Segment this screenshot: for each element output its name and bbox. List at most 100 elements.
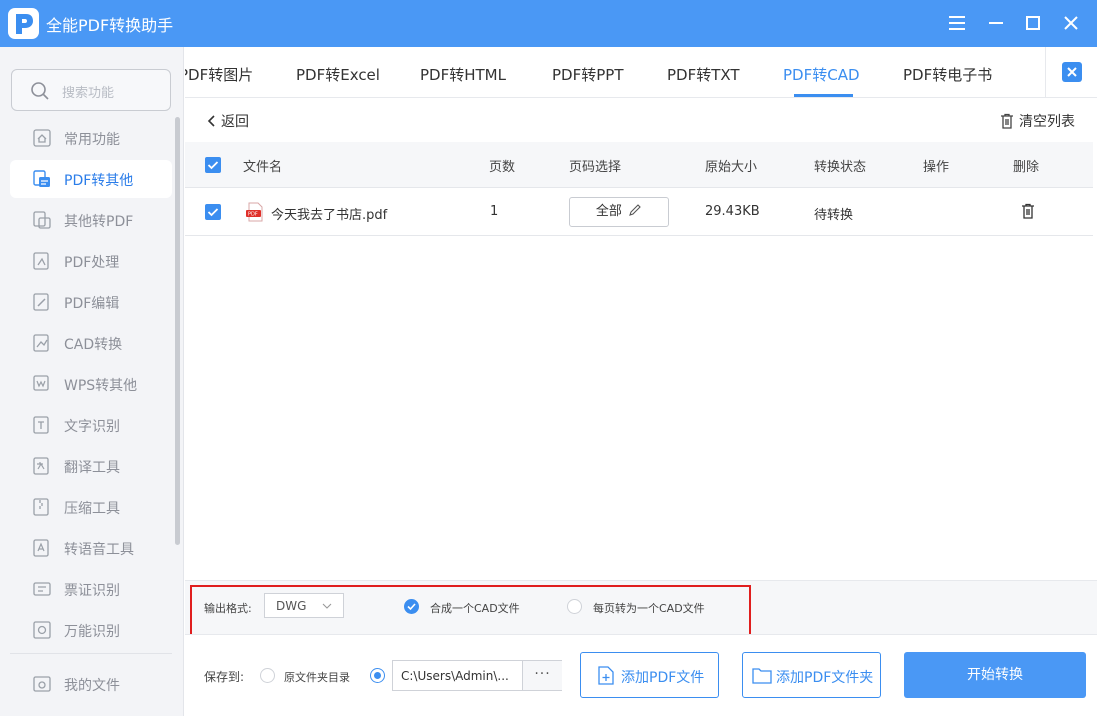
- svg-text:PDF: PDF: [248, 212, 258, 218]
- sidebar-item-label: 文字识别: [64, 419, 120, 435]
- sidebar-item-label: PDF处理: [64, 255, 120, 271]
- page-range-button[interactable]: 全部: [569, 197, 669, 227]
- home-icon: [33, 129, 51, 147]
- maximize-icon[interactable]: [1022, 12, 1044, 34]
- compress-icon: [33, 498, 49, 516]
- sidebar-item-universal-ocr[interactable]: 万能识别: [10, 611, 172, 649]
- sidebar-item-text-to-speech[interactable]: 转语音工具: [10, 529, 172, 567]
- search-input[interactable]: 搜索功能: [11, 69, 171, 111]
- sidebar-item-label: CAD转换: [64, 337, 123, 353]
- add-folder-icon: [752, 668, 772, 684]
- sidebar: 搜索功能 常用功能 PDF转其他 其他转PDF PDF处理 PDF编辑 CAD转…: [0, 47, 184, 716]
- file-status: 待转换: [814, 208, 854, 223]
- file-table-header: 文件名 页数 页码选择 原始大小 转换状态 操作 删除: [185, 142, 1093, 188]
- sidebar-item-my-files[interactable]: 我的文件: [10, 665, 172, 703]
- sidebar-item-label: 转语音工具: [64, 542, 134, 558]
- app-logo: [8, 8, 39, 39]
- minimize-icon[interactable]: [985, 12, 1007, 34]
- sidebar-item-ocr[interactable]: 文字识别: [10, 406, 172, 444]
- trash-icon: [1001, 113, 1013, 129]
- add-file-icon: [598, 666, 614, 685]
- header-action: 操作: [923, 160, 950, 175]
- sidebar-item-other-to-pdf[interactable]: 其他转PDF: [10, 201, 172, 239]
- sidebar-item-label: 票证识别: [64, 583, 120, 599]
- tab-pdf-to-ppt[interactable]: PDF转PPT: [552, 64, 623, 85]
- sidebar-item-label: PDF转其他: [64, 173, 134, 189]
- tab-pdf-to-txt[interactable]: PDF转TXT: [667, 64, 740, 85]
- app-title: 全能PDF转换助手: [46, 16, 174, 35]
- output-path-field[interactable]: C:\Users\Admin\... ···: [392, 660, 562, 691]
- clear-list-label: 清空列表: [1019, 114, 1075, 130]
- sidebar-item-pdf-to-other[interactable]: PDF转其他: [10, 160, 172, 198]
- start-convert-button[interactable]: 开始转换: [904, 652, 1086, 698]
- translate-icon: [33, 457, 49, 475]
- output-path-value: C:\Users\Admin\...: [401, 669, 509, 683]
- tab-pdf-to-excel[interactable]: PDF转Excel: [296, 64, 380, 85]
- header-page-select: 页码选择: [569, 160, 622, 175]
- active-tab-indicator: [794, 94, 853, 97]
- sidebar-item-pdf-edit[interactable]: PDF编辑: [10, 283, 172, 321]
- add-pdf-file-button[interactable]: 添加PDF文件: [580, 652, 719, 698]
- sidebar-scrollbar[interactable]: [175, 117, 180, 545]
- ticket-icon: [33, 582, 51, 596]
- select-all-checkbox[interactable]: [205, 157, 221, 173]
- tab-bar: PDF转图片 PDF转Excel PDF转HTML PDF转PPT PDF转TX…: [185, 47, 1097, 98]
- pdf-edit-icon: [33, 293, 49, 311]
- pdf-export-icon: [33, 170, 50, 187]
- edit-icon: [629, 204, 641, 216]
- file-pages: 1: [490, 204, 499, 219]
- sidebar-item-compress[interactable]: 压缩工具: [10, 488, 172, 526]
- close-window-icon[interactable]: [1060, 12, 1082, 34]
- tab-pdf-to-ebook[interactable]: PDF转电子书: [903, 64, 992, 85]
- sidebar-item-label: 我的文件: [64, 678, 120, 694]
- custom-dir-radio[interactable]: [370, 668, 385, 683]
- back-label: 返回: [221, 114, 249, 130]
- sidebar-item-pdf-process[interactable]: PDF处理: [10, 242, 172, 280]
- scan-icon: [33, 621, 51, 639]
- tab-pdf-to-html[interactable]: PDF转HTML: [420, 64, 506, 85]
- pdf-import-icon: [33, 211, 51, 229]
- sidebar-item-cad-convert[interactable]: CAD转换: [10, 324, 172, 362]
- back-button[interactable]: 返回: [205, 111, 249, 131]
- menu-icon[interactable]: [946, 12, 968, 34]
- save-to-label: 保存到:: [204, 670, 245, 684]
- close-tab-icon[interactable]: [1062, 62, 1082, 82]
- sidebar-item-translate[interactable]: 翻译工具: [10, 447, 172, 485]
- header-status: 转换状态: [814, 160, 867, 175]
- table-row: PDF 今天我去了书店.pdf 1 全部 29.43KB 待转换: [185, 188, 1093, 236]
- add-file-label: 添加PDF文件: [621, 670, 705, 686]
- original-dir-label: 原文件夹目录: [284, 671, 350, 684]
- header-filename: 文件名: [243, 160, 283, 175]
- sidebar-item-label: 其他转PDF: [64, 214, 134, 230]
- pdf-file-icon: PDF: [246, 202, 263, 222]
- clear-list-button[interactable]: 清空列表: [998, 111, 1075, 131]
- highlight-frame: [190, 585, 751, 636]
- title-bar: 全能PDF转换助手: [0, 0, 1097, 47]
- sidebar-item-common[interactable]: 常用功能: [10, 119, 172, 157]
- text-recognition-icon: [33, 416, 49, 434]
- search-icon: [31, 82, 49, 100]
- original-dir-radio[interactable]: [260, 668, 275, 683]
- delete-row-icon[interactable]: [1019, 202, 1037, 220]
- header-size: 原始大小: [705, 160, 758, 175]
- tab-pdf-to-image[interactable]: PDF转图片: [185, 64, 253, 85]
- tab-pdf-to-cad[interactable]: PDF转CAD: [783, 64, 860, 85]
- sidebar-item-label: 万能识别: [64, 624, 120, 640]
- chevron-left-icon: [207, 115, 215, 127]
- add-folder-label: 添加PDF文件夹: [776, 670, 874, 686]
- add-pdf-folder-button[interactable]: 添加PDF文件夹: [742, 652, 881, 698]
- search-placeholder: 搜索功能: [62, 86, 115, 101]
- sidebar-item-ticket-ocr[interactable]: 票证识别: [10, 570, 172, 608]
- sidebar-item-label: 压缩工具: [64, 501, 120, 517]
- pdf-process-icon: [33, 252, 49, 270]
- speech-icon: [33, 539, 49, 557]
- browse-button[interactable]: ···: [522, 661, 562, 690]
- wps-icon: [33, 375, 49, 391]
- sidebar-item-wps-convert[interactable]: WPS转其他: [10, 365, 172, 403]
- folder-icon: [33, 676, 51, 692]
- row-checkbox[interactable]: [205, 204, 221, 220]
- header-pages: 页数: [489, 160, 516, 175]
- page-range-label: 全部: [595, 204, 622, 219]
- file-name: 今天我去了书店.pdf: [271, 208, 388, 223]
- sidebar-divider: [10, 653, 172, 654]
